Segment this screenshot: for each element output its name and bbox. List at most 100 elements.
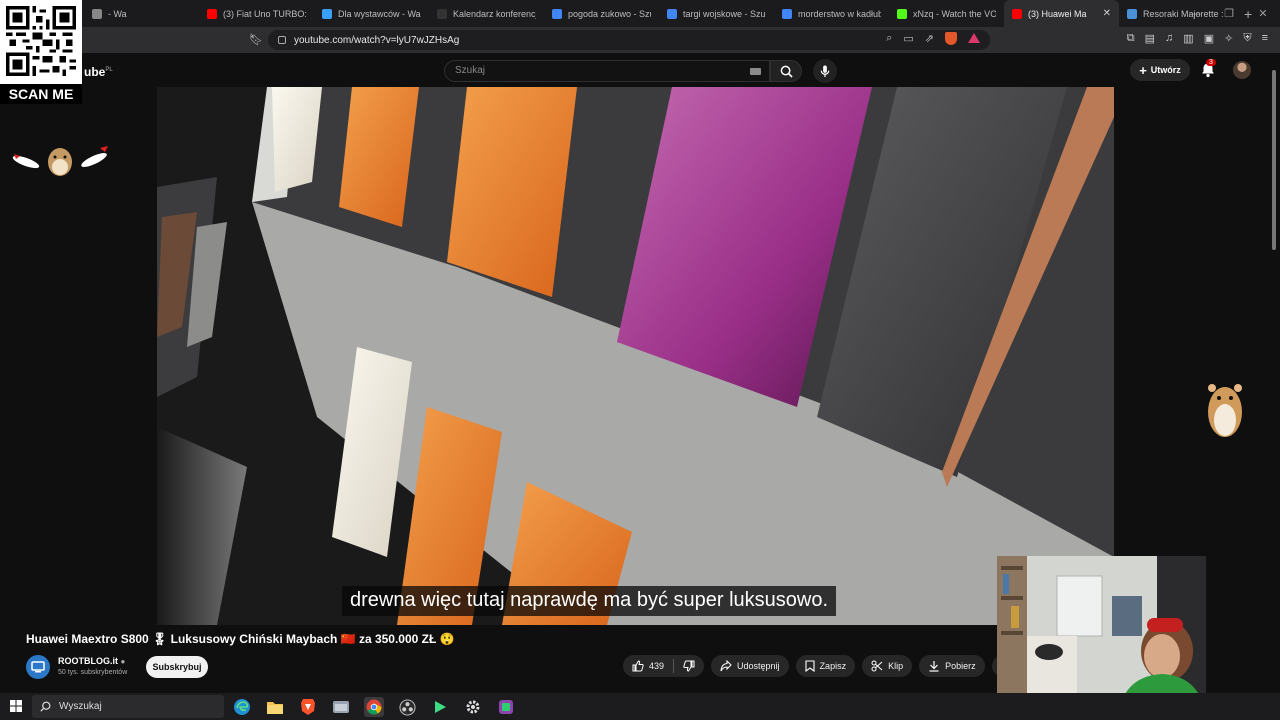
hamster-mascot-icon — [1208, 384, 1242, 437]
video-frame — [157, 87, 1114, 625]
file-explorer-icon[interactable] — [265, 697, 285, 717]
youtube-logo[interactable]: ubePL — [84, 65, 113, 79]
tab-title: (3) Huawei Ma — [1028, 8, 1087, 19]
youtube-header: ubePL Szukaj + Utwórz 3 — [0, 53, 1280, 87]
settings-gear-icon[interactable] — [463, 697, 483, 717]
edge-icon[interactable] — [232, 697, 252, 717]
qr-code-overlay: SCAN ME — [0, 0, 82, 104]
url-field[interactable]: youtube.com/watch?v=lyU7wJZHsAg — [268, 30, 990, 50]
voice-search-button[interactable] — [813, 59, 837, 83]
search-icon — [780, 65, 793, 78]
browser-tab[interactable]: pogoda zukowo - Szuk — [544, 0, 659, 27]
brave-shields-icon[interactable] — [945, 32, 957, 45]
tab-favicon-icon — [667, 8, 677, 19]
vpn-icon[interactable]: ⛨ — [1243, 32, 1251, 45]
url-text: youtube.com/watch?v=lyU7wJZHsAg — [294, 34, 460, 46]
restore-icon[interactable]: ❐ — [1212, 7, 1246, 20]
scan-me-label: SCAN ME — [0, 84, 82, 104]
taskbar-apps — [232, 697, 516, 717]
obs-icon[interactable] — [397, 697, 417, 717]
sidebar-icon[interactable]: ▥ — [1183, 32, 1193, 45]
subscriber-count: 50 tys. subskrybentów — [58, 669, 128, 676]
screen: - Wa (3) Fiat Uno TURBO: m Dla wystawców -… — [0, 0, 1280, 720]
taskbar-search-input[interactable]: Wyszukaj — [32, 695, 224, 718]
minimize-icon[interactable]: — — [1178, 8, 1212, 20]
share-page-icon[interactable]: ⇗ — [925, 32, 934, 45]
video-actions: 439 Udostępnij Zapisz Klip Pobierz ••• — [623, 655, 1022, 677]
download-icon — [929, 661, 939, 672]
browser-tab[interactable]: - Wa — [84, 0, 199, 27]
tab-favicon-icon — [1127, 8, 1137, 19]
share-arrow-icon — [720, 660, 732, 672]
channel-name[interactable]: ROOTBLOG.it ● — [58, 656, 125, 666]
search-button[interactable] — [770, 60, 802, 82]
window-controls: — ❐ ✕ — [1178, 0, 1280, 27]
brave-rewards-icon[interactable] — [968, 33, 980, 43]
tab-favicon-icon — [322, 8, 332, 19]
search-input[interactable]: Szukaj — [444, 60, 770, 82]
subscribe-button[interactable]: Subskrybuj — [146, 656, 208, 678]
plus-icon: + — [1139, 62, 1147, 78]
chrome-icon[interactable] — [364, 697, 384, 717]
verified-icon: ● — [120, 657, 126, 666]
video-subtitle: drewna więc tutaj naprawdę ma być super … — [342, 586, 837, 616]
reader-icon[interactable]: ▤ — [1145, 32, 1155, 45]
bookmark-icon[interactable]: 🔖︎ — [249, 33, 263, 46]
extension-puzzle-icon[interactable]: ⧉ — [1127, 32, 1135, 45]
tab-favicon-icon — [782, 8, 792, 19]
browser-tab[interactable]: (3) Huawei Ma ✕ — [1004, 0, 1119, 27]
browser-tab[interactable]: Dla wystawców - Wars — [314, 0, 429, 27]
play-app-icon[interactable] — [430, 697, 450, 717]
tab-title: xNzq - Watch the VOD — [913, 8, 996, 19]
scrollbar-thumb[interactable] — [1272, 70, 1276, 250]
brave-icon[interactable] — [298, 697, 318, 717]
zoom-icon[interactable]: ⌕ — [886, 32, 892, 45]
windows-start-icon[interactable] — [10, 700, 22, 712]
wallet-icon[interactable]: ▣ — [1204, 32, 1214, 45]
account-avatar[interactable] — [1233, 61, 1251, 79]
close-window-icon[interactable]: ✕ — [1246, 7, 1280, 20]
page-scrollbar[interactable] — [1270, 60, 1278, 260]
windows-taskbar: Wyszukaj — [0, 693, 1280, 720]
like-button[interactable]: 439 — [623, 655, 673, 677]
tab-favicon-icon — [552, 8, 562, 19]
tab-title: Kalendarz konferencji — [453, 8, 536, 19]
like-dislike-group: 439 — [623, 655, 705, 677]
taskbar-search-icon — [40, 701, 51, 712]
browser-tab-strip: - Wa (3) Fiat Uno TURBO: m Dla wystawców -… — [0, 0, 1280, 27]
tab-favicon-icon — [897, 8, 907, 19]
thumbs-up-icon — [632, 660, 644, 672]
extensions-bar: ⧉ ▤ ♫ ▥ ▣ ✧ ⛨ ≡ — [1127, 32, 1268, 45]
site-info-icon[interactable] — [278, 36, 286, 44]
keyboard-icon[interactable] — [750, 68, 761, 75]
tray-app-icon[interactable] — [496, 697, 516, 717]
thumbs-down-icon — [683, 660, 695, 672]
save-button[interactable]: Zapisz — [795, 655, 856, 677]
tab-favicon-icon — [207, 8, 217, 19]
download-button[interactable]: Pobierz — [919, 655, 985, 677]
video-player[interactable] — [157, 87, 1114, 625]
microphone-icon — [820, 64, 830, 77]
channel-avatar[interactable] — [26, 655, 50, 679]
music-icon[interactable]: ♫ — [1165, 32, 1173, 45]
qr-code-image — [6, 6, 76, 76]
create-button[interactable]: + Utwórz — [1130, 59, 1190, 81]
browser-tab[interactable]: morderstwo w kadłubi — [774, 0, 889, 27]
browser-tab[interactable]: xNzq - Watch the VOD — [889, 0, 1004, 27]
dislike-button[interactable] — [674, 655, 704, 677]
browser-tab[interactable]: targi wojskowe - Szuka — [659, 0, 774, 27]
browser-tab[interactable]: Kalendarz konferencji — [429, 0, 544, 27]
address-bar-row: 🔖︎ youtube.com/watch?v=lyU7wJZHsAg ⌕ ▭ ⇗… — [0, 27, 1280, 53]
cast-icon[interactable]: ▭ — [903, 32, 913, 45]
leo-icon[interactable]: ✧ — [1224, 32, 1233, 45]
menu-icon[interactable]: ≡ — [1262, 32, 1268, 45]
hamster-sticker-icon — [12, 146, 108, 176]
browser-tab[interactable]: (3) Fiat Uno TURBO: m — [199, 0, 314, 27]
tab-title: morderstwo w kadłubi — [798, 8, 881, 19]
tab-title: Dla wystawców - Wars — [338, 8, 421, 19]
share-button[interactable]: Udostępnij — [711, 655, 789, 677]
app-window-icon[interactable] — [331, 697, 351, 717]
tab-close-icon[interactable]: ✕ — [1099, 8, 1111, 19]
tab-title: - Wa — [108, 8, 127, 19]
clip-button[interactable]: Klip — [862, 655, 913, 677]
